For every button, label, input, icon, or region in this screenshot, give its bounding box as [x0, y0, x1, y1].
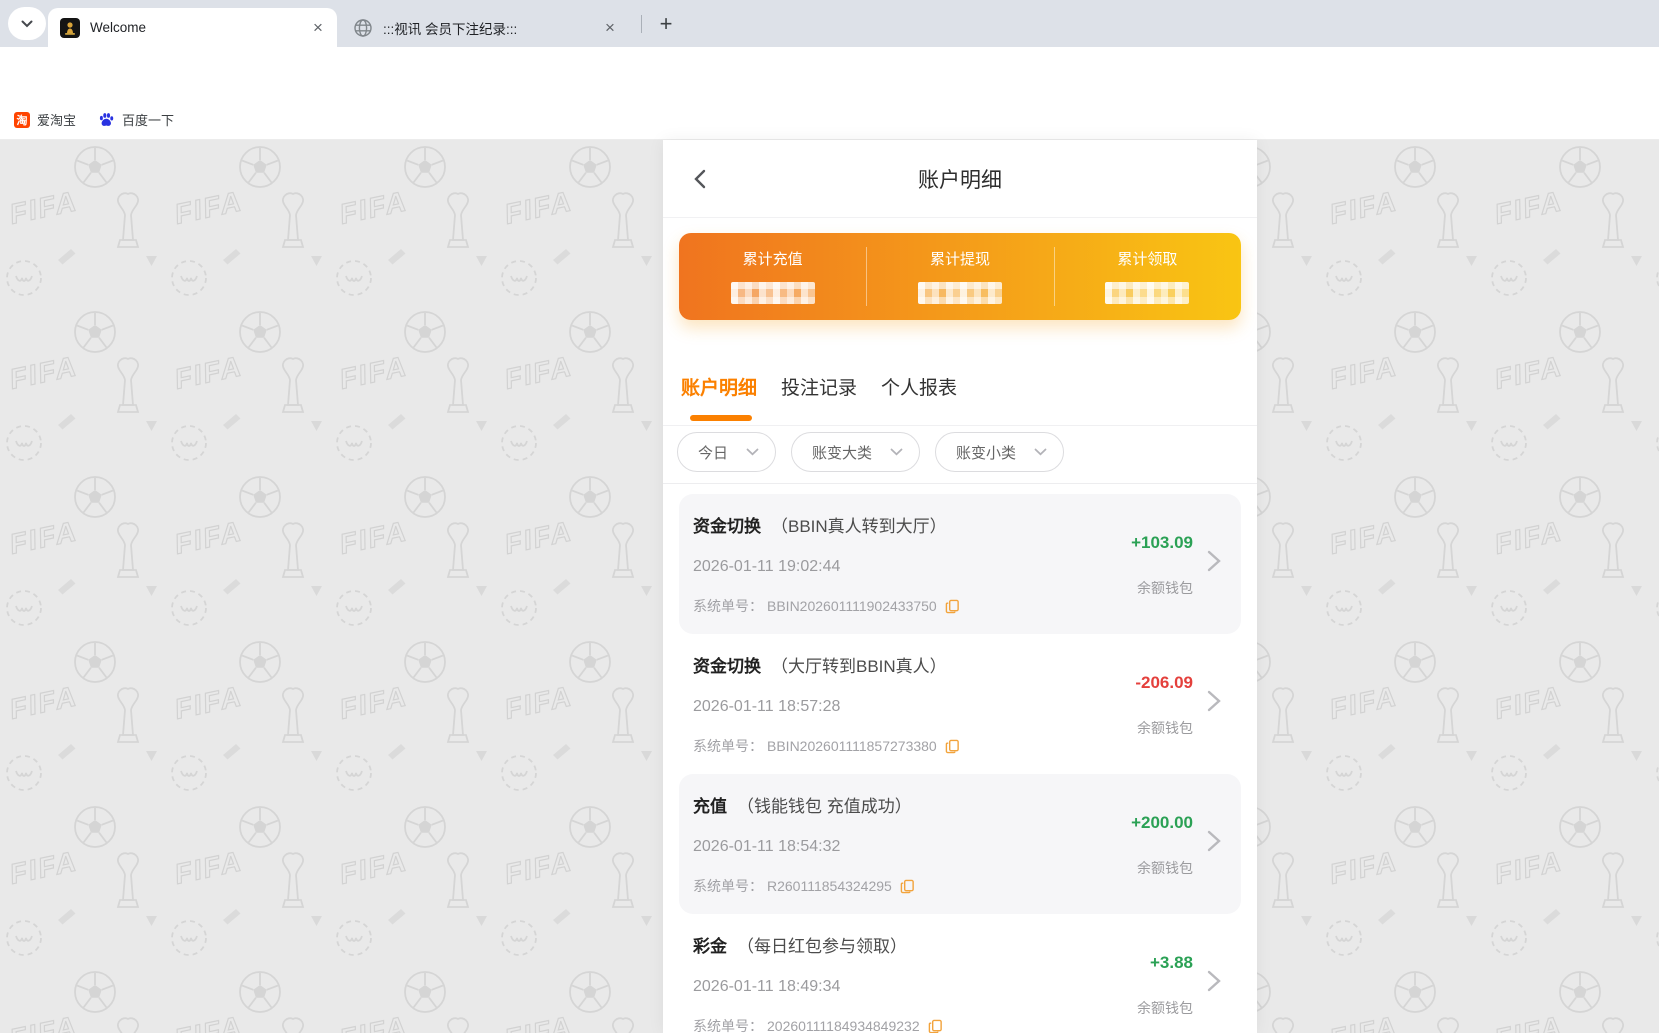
order-no-label: 系统单号： [693, 736, 763, 756]
tx-type: 充值 [693, 797, 727, 816]
browser-tab-betting-records[interactable]: :::视讯 会员下注纪录::: × [341, 8, 629, 47]
tx-type: 资金切换 [693, 517, 761, 536]
order-no-label: 系统单号： [693, 1016, 763, 1033]
tab-title: :::视讯 会员下注纪录::: [383, 18, 593, 38]
total-withdrawal: 累计提现 [866, 233, 1053, 320]
copy-icon[interactable] [928, 1019, 943, 1033]
tx-wallet: 余额钱包 [1137, 718, 1193, 738]
report-tabs: 账户明细 投注记录 个人报表 [663, 345, 1257, 426]
tx-type: 资金切换 [693, 657, 761, 676]
new-tab-button[interactable]: + [651, 9, 681, 39]
transaction-row[interactable]: 彩金 （每日红包参与领取） 2026-01-11 18:49:34 系统单号：20… [679, 914, 1241, 1033]
transaction-row[interactable]: 资金切换 （BBIN真人转到大厅） 2026-01-11 19:02:44 系统单… [679, 494, 1241, 634]
summary-divider [866, 247, 867, 306]
order-no: R260111854324295 [767, 876, 892, 896]
order-no: BBIN202601111857273380 [767, 736, 937, 756]
browser-tab-welcome[interactable]: Welcome × [48, 8, 337, 47]
bookmark-baidu[interactable]: 百度一下 [98, 110, 174, 129]
major-category-dropdown[interactable]: 账变大类 [791, 432, 920, 472]
chevron-down-icon [1034, 448, 1047, 456]
hidden-value-mosaic [1105, 282, 1189, 304]
tab-personal-report[interactable]: 个人报表 [881, 345, 957, 425]
browser-tab-strip: Welcome × :::视讯 会员下注纪录::: × + [0, 0, 1659, 47]
tx-time: 2026-01-11 18:54:32 [693, 836, 1241, 858]
chevron-right-icon [1207, 970, 1221, 992]
filter-row: 今日 账变大类 账变小类 [663, 432, 1257, 472]
order-no: 20260111184934849232 [767, 1016, 920, 1033]
copy-icon[interactable] [945, 739, 960, 754]
tx-time: 2026-01-11 18:57:28 [693, 696, 1241, 718]
tx-detail: （每日红包参与领取） [737, 937, 907, 956]
tab-search-button[interactable] [8, 7, 46, 40]
chevron-right-icon [1207, 550, 1221, 572]
tx-wallet: 余额钱包 [1137, 578, 1193, 598]
order-no-label: 系统单号： [693, 876, 763, 896]
page-header: 账户明细 [663, 140, 1257, 218]
total-claimed: 累计领取 [1054, 233, 1241, 320]
tab-close-icon[interactable]: × [601, 19, 619, 37]
transaction-row[interactable]: 充值 （钱能钱包 充值成功） 2026-01-11 18:54:32 系统单号：R… [679, 774, 1241, 914]
order-no-label: 系统单号： [693, 596, 763, 616]
date-filter-dropdown[interactable]: 今日 [677, 432, 776, 472]
chevron-right-icon [1207, 830, 1221, 852]
hidden-value-mosaic [731, 282, 815, 304]
transaction-list: 资金切换 （BBIN真人转到大厅） 2026-01-11 19:02:44 系统单… [663, 494, 1257, 1033]
list-divider [663, 483, 1257, 484]
copy-icon[interactable] [945, 599, 960, 614]
chevron-down-icon [746, 448, 759, 456]
page-title: 账户明细 [663, 140, 1257, 217]
tx-amount: +200.00 [1131, 812, 1193, 834]
tx-detail: （钱能钱包 充值成功） [737, 797, 912, 816]
chevron-down-icon [890, 448, 903, 456]
bookmark-taobao[interactable]: 淘 爱淘宝 [14, 110, 76, 129]
site-favicon-icon [60, 18, 80, 38]
tx-amount: -206.09 [1135, 672, 1193, 694]
chevron-right-icon [1207, 690, 1221, 712]
tx-amount: +3.88 [1150, 952, 1193, 974]
tx-time: 2026-01-11 18:49:34 [693, 976, 1241, 998]
hidden-value-mosaic [918, 282, 1002, 304]
summary-divider [1054, 247, 1055, 306]
tab-separator [641, 15, 642, 33]
tab-title: Welcome [90, 20, 301, 35]
tab-betting-records[interactable]: 投注记录 [781, 345, 857, 425]
globe-icon [353, 18, 373, 38]
tab-close-icon[interactable]: × [309, 19, 327, 37]
copy-icon[interactable] [900, 879, 915, 894]
tab-account-detail[interactable]: 账户明细 [681, 345, 757, 425]
taobao-icon: 淘 [14, 112, 30, 128]
account-detail-panel: 账户明细 累计充值 累计提现 累计领取 账户明细 投注记录 个人报表 今日 [663, 140, 1257, 1033]
tx-detail: （BBIN真人转到大厅） [771, 517, 947, 536]
tx-amount: +103.09 [1131, 532, 1193, 554]
order-no: BBIN202601111902433750 [767, 596, 937, 616]
tx-type: 彩金 [693, 937, 727, 956]
tx-detail: （大厅转到BBIN真人） [771, 657, 947, 676]
baidu-paw-icon [98, 111, 115, 128]
transaction-row[interactable]: 资金切换 （大厅转到BBIN真人） 2026-01-11 18:57:28 系统单… [679, 634, 1241, 774]
minor-category-dropdown[interactable]: 账变小类 [935, 432, 1064, 472]
tx-wallet: 余额钱包 [1137, 858, 1193, 878]
tx-wallet: 余额钱包 [1137, 998, 1193, 1018]
tx-time: 2026-01-11 19:02:44 [693, 556, 1241, 578]
total-deposit: 累计充值 [679, 233, 866, 320]
browser-toolbar: ld48.com/reports/index?tab=0 [0, 47, 1659, 100]
chevron-down-icon [21, 20, 33, 28]
active-tab-underline [690, 415, 752, 421]
totals-summary-card: 累计充值 累计提现 累计领取 [679, 233, 1241, 320]
bookmarks-bar: 淘 爱淘宝 百度一下 [0, 100, 1659, 140]
